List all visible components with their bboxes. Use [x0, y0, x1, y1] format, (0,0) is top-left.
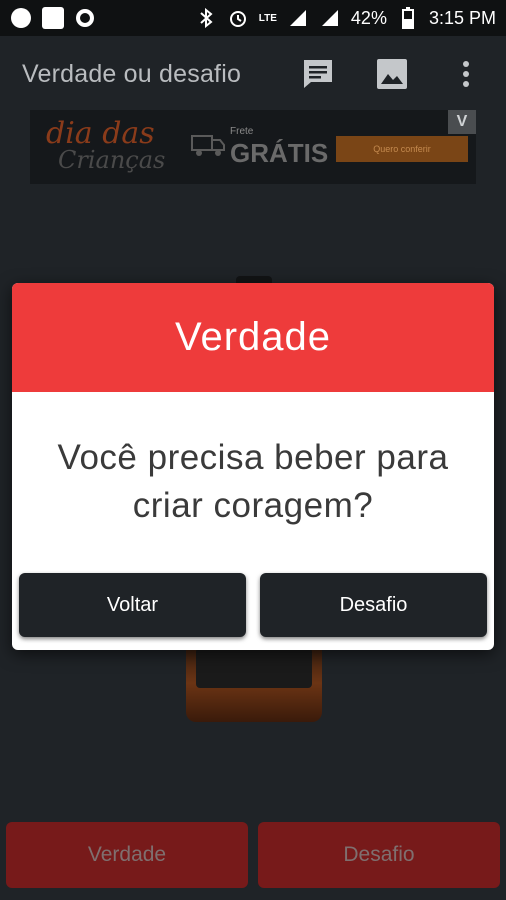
dare-bottom-button[interactable]: Desafio — [258, 822, 500, 888]
signal-2-icon — [319, 7, 341, 29]
truth-dialog: Verdade Você precisa beber para criar co… — [12, 283, 494, 650]
app-title: Verdade ou desafio — [22, 59, 242, 88]
dialog-actions: Voltar Desafio — [12, 573, 494, 639]
ad-frete: Frete — [230, 126, 254, 137]
bluetooth-icon — [195, 7, 217, 29]
ad-gratis: GRÁTIS — [230, 138, 329, 168]
clock: 3:15 PM — [428, 7, 496, 28]
status-left — [10, 7, 96, 29]
app-actions — [300, 56, 484, 92]
record-icon — [74, 7, 96, 29]
more-vert-icon[interactable] — [448, 56, 484, 92]
app-bar: Verdade ou desafio — [0, 36, 506, 112]
back-button[interactable]: Voltar — [19, 573, 246, 637]
message-icon[interactable] — [300, 56, 336, 92]
dialog-header: Verdade — [12, 283, 494, 392]
dare-button[interactable]: Desafio — [260, 573, 487, 637]
status-bar: LTE 42% 3:15 PM — [0, 0, 506, 36]
dialog-title: Verdade — [174, 315, 332, 359]
ad-cta-button[interactable]: Quero conferir — [336, 136, 468, 162]
dialog-body: Você precisa beber para criar coragem? — [12, 392, 494, 572]
truck-icon — [190, 132, 226, 163]
bottom-bar: Verdade Desafio — [6, 822, 500, 890]
image-icon[interactable] — [374, 56, 410, 92]
battery-level: 42% — [350, 7, 387, 28]
ad-badge[interactable]: V — [448, 110, 476, 134]
alarm-icon — [227, 7, 249, 29]
status-right: LTE 42% 3:15 PM — [195, 7, 496, 29]
bottle-label — [196, 648, 312, 688]
usb-icon — [42, 7, 64, 29]
network-type: LTE — [258, 12, 277, 24]
ad-banner[interactable]: dia das Crianças Frete GRÁTIS Quero conf… — [30, 110, 476, 184]
signal-icon — [287, 7, 309, 29]
battery-icon — [397, 7, 419, 29]
truth-button[interactable]: Verdade — [6, 822, 248, 888]
dialog-message: Você precisa beber para criar coragem? — [57, 438, 449, 525]
ad-subtitle: Crianças — [58, 146, 166, 174]
spotify-icon — [10, 7, 32, 29]
